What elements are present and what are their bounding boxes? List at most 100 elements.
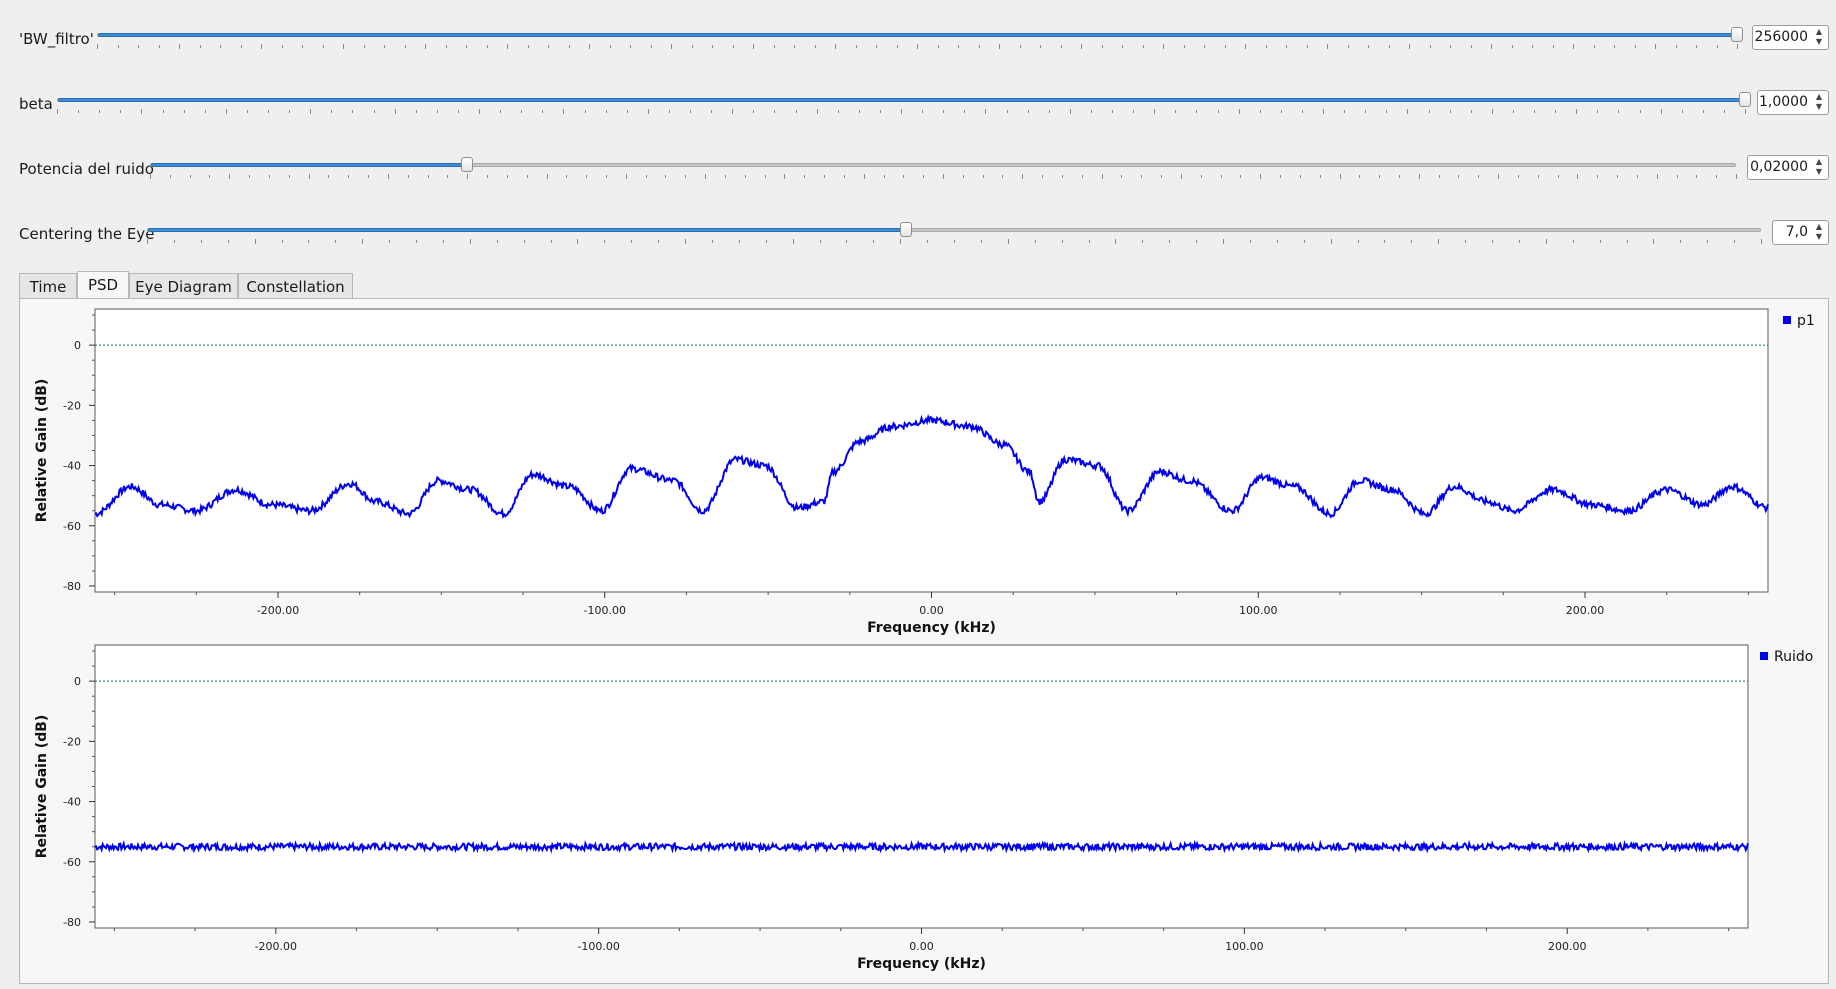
slider-tick: [1682, 110, 1683, 113]
slider-tick: [922, 110, 923, 113]
slider-tick: [268, 110, 269, 113]
slider-tick: [1358, 240, 1359, 243]
slider-tick: [705, 174, 706, 179]
slider-tick: [651, 45, 652, 48]
y-tick-label: -40: [63, 796, 81, 809]
slider-label: beta: [19, 95, 53, 113]
slider-tick: [577, 239, 578, 244]
tab-psd[interactable]: PSD: [77, 271, 129, 300]
slider-tick: [1121, 175, 1122, 178]
slider-tick: [739, 240, 740, 243]
slider-tick: [1081, 44, 1082, 49]
slider-tick: [384, 45, 385, 48]
spinbox-value: 1,0000: [1759, 94, 1808, 110]
slider-tick: [1618, 110, 1619, 113]
slider-tick: [163, 110, 164, 113]
slider-tick: [1696, 45, 1697, 48]
y-tick-label: -80: [63, 916, 81, 929]
slider-track[interactable]: [57, 98, 1746, 102]
slider-tick: [1320, 175, 1321, 178]
slider-tick: [374, 110, 375, 113]
slider-tick: [627, 110, 628, 113]
slider-tick: [368, 175, 369, 178]
slider-tick: [1250, 240, 1251, 243]
slider-tick: [249, 175, 250, 178]
psd-plot-top: 0 -20 -40 -60 -80 -200.00 -100.00 0.00 100.00 200…: [34, 308, 1815, 635]
slider-tick: [1716, 175, 1717, 178]
slider-tick: [507, 44, 508, 49]
slider-row-beta: beta 1,0000 ▲ ▼: [0, 85, 1836, 125]
slider-tick: [1676, 45, 1677, 48]
slider-tick: [425, 44, 426, 49]
tab-time[interactable]: Time: [19, 273, 77, 299]
slider-tick: [487, 175, 488, 178]
spin-arrows-icon[interactable]: ▲ ▼: [1812, 92, 1826, 113]
slider-handle[interactable]: [1739, 92, 1751, 107]
slider-tick: [873, 240, 874, 243]
slider-tick: [229, 174, 230, 179]
slider-tick: [1035, 240, 1036, 243]
slider-tick: [1492, 240, 1493, 243]
slider-tick: [690, 110, 691, 113]
slider-tick: [856, 45, 857, 48]
slider-tick: [586, 175, 587, 178]
slider-tick: [1049, 110, 1050, 113]
slider-tick: [820, 240, 821, 243]
slider-track[interactable]: [97, 33, 1738, 37]
y-axis-label: Relative Gain (dB): [34, 379, 50, 523]
spinbox[interactable]: 1,0000 ▲ ▼: [1757, 90, 1829, 115]
slider-tick: [796, 110, 797, 113]
slider-tick: [1365, 110, 1366, 113]
tab-constellation[interactable]: Constellation: [238, 273, 353, 299]
slider-tick: [985, 109, 986, 114]
slider-tick: [1281, 110, 1282, 113]
spinbox[interactable]: 256000 ▲ ▼: [1752, 25, 1829, 50]
spin-arrows-icon[interactable]: ▲ ▼: [1812, 27, 1826, 48]
tab-eye-diagram[interactable]: Eye Diagram: [129, 273, 238, 299]
slider-tick: [241, 45, 242, 48]
slider-tick: [1327, 44, 1328, 49]
slider-handle[interactable]: [1731, 27, 1743, 42]
slider-tick: [1260, 110, 1261, 113]
slider-label: 'BW_filtro': [19, 30, 94, 48]
slider-fill: [148, 228, 907, 232]
x-tick-label: 0.00: [919, 604, 944, 617]
slider-tick: [954, 240, 955, 243]
slider-tick: [1553, 45, 1554, 48]
slider-tick: [388, 174, 389, 179]
slider-handle[interactable]: [900, 222, 912, 237]
slider-tick: [467, 174, 468, 179]
slider-tick: [1008, 239, 1009, 244]
slider-tick: [184, 110, 185, 113]
slider-tick: [1062, 175, 1063, 178]
slider-tick: [1181, 174, 1182, 179]
spinbox[interactable]: 7,0 ▲ ▼: [1772, 220, 1829, 245]
spin-arrows-icon[interactable]: ▲ ▼: [1812, 222, 1826, 243]
spinbox[interactable]: 0,02000 ▲ ▼: [1747, 155, 1829, 180]
slider-tick: [1707, 240, 1708, 243]
slider-tick: [1614, 45, 1615, 48]
slider-handle[interactable]: [461, 157, 473, 172]
slider-tick: [1184, 45, 1185, 48]
slider-tick: [1223, 239, 1224, 244]
slider-tick: [1102, 174, 1103, 179]
x-tick-label: 100.00: [1225, 940, 1264, 953]
slider-track[interactable]: [147, 228, 1761, 232]
slider-tick: [1115, 239, 1116, 244]
legend-label: p1: [1797, 313, 1815, 329]
spin-arrows-icon[interactable]: ▲ ▼: [1812, 157, 1826, 178]
slider-tick: [458, 110, 459, 113]
spinbox-value: 0,02000: [1750, 159, 1808, 175]
slider-tick: [824, 175, 825, 178]
slider-track[interactable]: [150, 163, 1736, 167]
slider-tick: [328, 175, 329, 178]
slider-tick: [548, 45, 549, 48]
slider-tick: [527, 175, 528, 178]
slider-tick: [1439, 175, 1440, 178]
slider-tick: [1340, 174, 1341, 179]
slider-tick: [226, 109, 227, 114]
slider-tick: [487, 45, 488, 48]
slider-tick: [1399, 175, 1400, 178]
slider-tick: [1389, 45, 1390, 48]
slider-tick: [732, 109, 733, 114]
